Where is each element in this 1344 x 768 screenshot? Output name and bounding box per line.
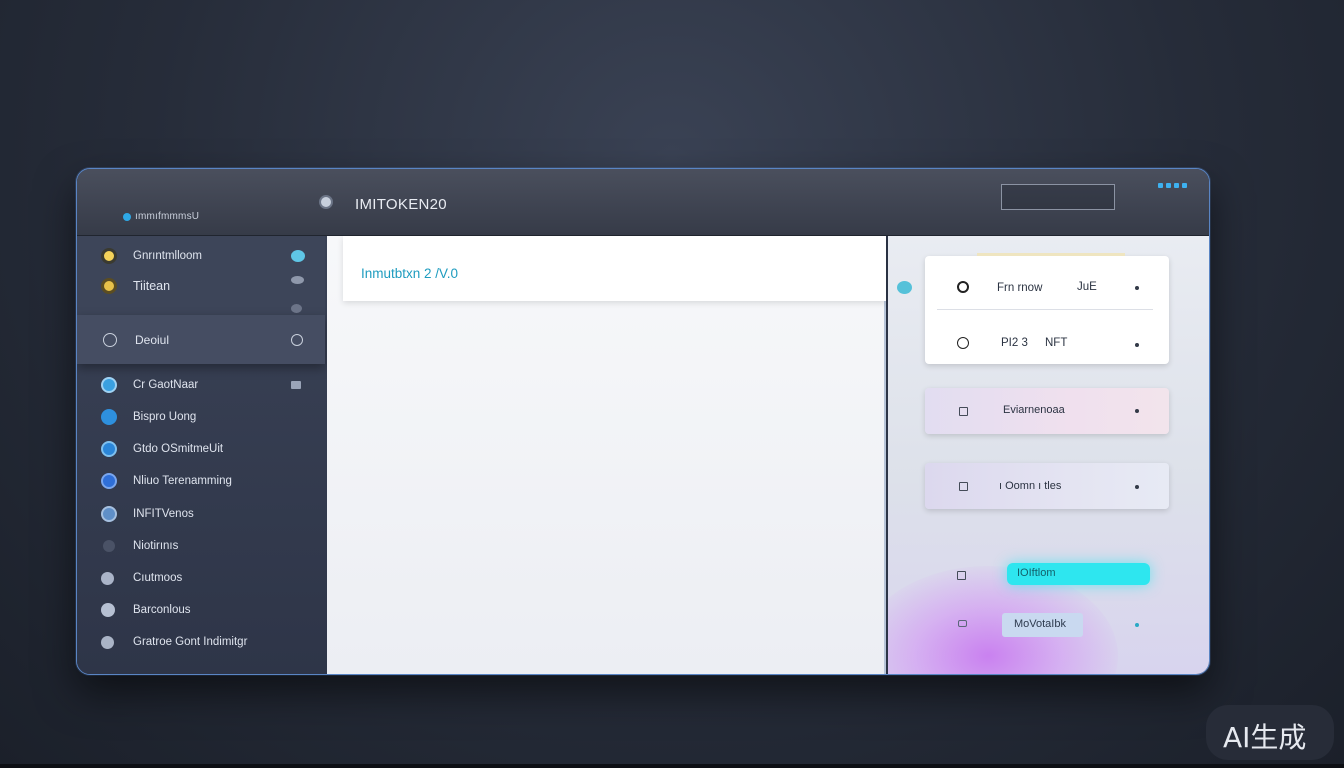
window-control-icon[interactable] <box>1166 183 1171 188</box>
card-row-value: JuE <box>1077 281 1097 293</box>
card-row-label: PI2 3 <box>1001 337 1028 349</box>
sidebar-item-9[interactable]: Cıutmoos <box>77 564 325 592</box>
sidebar-item-3[interactable]: Cr GaotNaar <box>77 371 325 399</box>
app-window: ımmıfmmmsU IMITOKEN20 Gnrıntmlloom Tiite… <box>76 168 1210 675</box>
card-row-label: Frn rnow <box>997 282 1043 294</box>
coin-icon <box>101 278 117 294</box>
main-content: Inmutbtxn 2 /V.0 <box>327 236 886 674</box>
sidebar-item-8[interactable]: Niotirınıs <box>77 532 325 560</box>
circle-icon <box>101 473 117 489</box>
page-title: Inmutbtxn 2 /V.0 <box>361 266 459 281</box>
window-control-icon[interactable] <box>1174 183 1179 188</box>
circle-icon <box>101 506 117 522</box>
dot-icon <box>101 635 114 649</box>
search-input[interactable] <box>1001 184 1115 210</box>
ai-generated-badge: AI生成 <box>1206 705 1334 760</box>
more-icon[interactable] <box>1135 485 1139 489</box>
right-panel: Frn rnow JuE PI2 3 NFT Eviarnenoaa ı Oom… <box>888 236 1209 674</box>
window-control-icon[interactable] <box>1158 183 1163 188</box>
divider <box>937 309 1153 310</box>
cloud-icon <box>291 276 304 284</box>
title-bar: ımmıfmmmsU IMITOKEN20 <box>77 169 1209 236</box>
option-card[interactable]: ı Oomn ı tles <box>925 463 1169 509</box>
option-label: Eviarnenoaa <box>1003 404 1065 416</box>
sidebar-item-label: INFITVenos <box>133 508 194 520</box>
app-logo-icon <box>319 195 333 209</box>
grid-icon <box>957 571 966 580</box>
folder-icon <box>291 381 301 389</box>
card-row-2[interactable]: PI2 3 NFT <box>925 323 1169 363</box>
sidebar-item-label: Barconlous <box>133 604 191 616</box>
sidebar-item-7[interactable]: INFITVenos <box>77 500 325 528</box>
brand-dot-icon <box>123 212 131 221</box>
checkbox-icon[interactable] <box>959 482 968 491</box>
more-icon[interactable] <box>1135 409 1139 413</box>
dot-icon <box>291 303 302 313</box>
button-label: MoVotaIbk <box>1014 618 1066 630</box>
sidebar: Gnrıntmlloom Tiitean Deoiul Cr GaotNaar … <box>77 236 327 674</box>
circle-icon <box>101 441 117 457</box>
more-icon[interactable] <box>1135 623 1139 627</box>
option-card[interactable]: Eviarnenoaa <box>925 388 1169 434</box>
small-square-icon <box>958 620 967 627</box>
sidebar-item-label: Nliuo Terenamming <box>133 475 232 487</box>
dot-icon <box>101 603 115 617</box>
window-controls[interactable] <box>1158 183 1187 188</box>
sidebar-item-label: Cr GaotNaar <box>133 379 199 391</box>
sidebar-item-1[interactable]: Tiitean <box>77 272 325 300</box>
sidebar-item-10[interactable]: Barconlous <box>77 596 325 624</box>
brand-label: ımmıfmmmsU <box>135 211 200 222</box>
more-icon[interactable] <box>1135 343 1139 347</box>
status-indicator-icon <box>291 250 305 262</box>
watermark-label: AI生成 <box>1223 721 1307 754</box>
lock-icon <box>957 337 969 349</box>
panel-marker-icon <box>897 281 912 294</box>
sidebar-item-label: Niotirınıs <box>133 540 179 552</box>
sidebar-item-5[interactable]: Gtdo OSmitmeUit <box>77 435 325 463</box>
secondary-action-button[interactable]: MoVotaIbk <box>1002 613 1083 637</box>
card-tab <box>977 253 1125 256</box>
sidebar-item-label: Gnrıntmlloom <box>133 250 203 262</box>
sidebar-item-label: Bispro Uong <box>133 411 197 423</box>
settings-icon <box>103 333 117 347</box>
brand: ımmıfmmmsU <box>123 211 199 222</box>
more-icon[interactable] <box>1135 286 1139 290</box>
sidebar-item-label: Gtdo OSmitmeUit <box>133 443 224 455</box>
sidebar-item-label: Deoiul <box>135 333 170 347</box>
sidebar-item-label: Tiitean <box>133 279 171 293</box>
window-control-icon[interactable] <box>1182 183 1187 188</box>
main-header: Inmutbtxn 2 /V.0 <box>343 236 886 301</box>
info-card[interactable]: Frn rnow JuE PI2 3 NFT <box>925 253 1169 364</box>
checkbox-icon[interactable] <box>959 407 968 416</box>
sidebar-item-label: Cıutmoos <box>133 572 183 584</box>
card-row-1[interactable]: Frn rnow JuE <box>925 268 1169 308</box>
sidebar-item-label: Gratroe Gont Indimitgr <box>133 636 248 648</box>
button-label: IOIftlom <box>1017 567 1056 579</box>
sidebar-item-1-extra <box>77 298 325 318</box>
sidebar-item-2[interactable]: Deoiul <box>77 326 325 354</box>
coin-icon <box>101 248 117 264</box>
sidebar-item-6[interactable]: Nliuo Terenamming <box>77 467 325 495</box>
app-title: IMITOKEN20 <box>355 196 447 213</box>
sidebar-item-11[interactable]: Gratroe Gont Indimitgr <box>77 628 325 656</box>
dot-icon <box>103 540 115 552</box>
gear-icon <box>291 334 303 346</box>
option-label: ı Oomn ı tles <box>999 480 1062 492</box>
circle-icon <box>101 409 117 425</box>
dot-icon <box>101 571 114 585</box>
bottom-edge <box>0 764 1344 768</box>
sidebar-item-0[interactable]: Gnrıntmlloom <box>77 242 325 270</box>
primary-action-button[interactable]: IOIftlom <box>1007 563 1150 585</box>
sidebar-item-4[interactable]: Bispro Uong <box>77 403 325 431</box>
card-row-value: NFT <box>1045 337 1068 349</box>
record-icon <box>957 281 969 293</box>
globe-icon <box>101 377 117 393</box>
